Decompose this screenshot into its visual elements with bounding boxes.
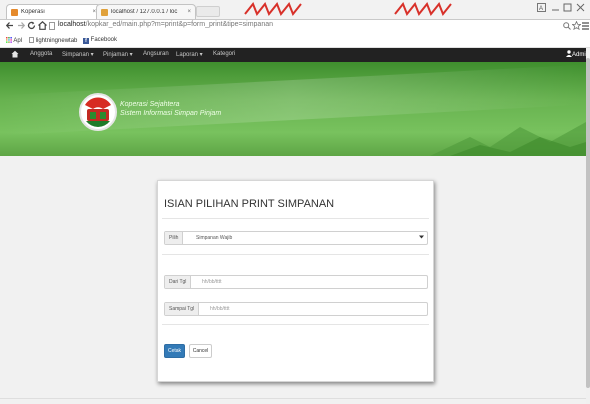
- nav-item-laporan[interactable]: Laporan ▾: [176, 51, 203, 58]
- banner-title: Koperasi Sejahtera: [120, 101, 180, 108]
- home-icon[interactable]: [38, 20, 47, 32]
- logo-glyph-icon: [394, 2, 452, 16]
- bookmark-label: Facebook: [90, 37, 118, 43]
- bookmark-label: Apl: [13, 38, 23, 44]
- url-host: localhost: [58, 21, 86, 28]
- pilih-select[interactable]: Pilih Simpanan Wajib: [164, 231, 428, 245]
- zoom-icon[interactable]: [563, 22, 571, 32]
- page-icon: [49, 22, 55, 32]
- maximize-icon[interactable]: [563, 3, 572, 14]
- sampai-tgl-input[interactable]: hh/bb/tttt: [210, 303, 229, 315]
- pilih-value: Simpanan Wajib: [196, 235, 233, 241]
- sampai-tgl-label: Sampai Tgl: [165, 303, 200, 315]
- facebook-icon: f: [83, 38, 89, 44]
- sampai-tgl-field[interactable]: Sampai Tgl hh/bb/tttt: [164, 302, 428, 316]
- cancel-button[interactable]: Cancel: [189, 344, 212, 358]
- app-navbar: Anggota Simpanan ▾ Pinjaman ▾ Angsuran L…: [0, 48, 589, 62]
- apps-grid-icon: [6, 37, 12, 43]
- cetak-button[interactable]: Cetak: [164, 344, 185, 358]
- minimize-icon[interactable]: [551, 3, 560, 14]
- pilih-label: Pilih: [165, 232, 184, 244]
- back-arrow-icon[interactable]: [5, 21, 14, 32]
- new-tab-button[interactable]: [196, 6, 220, 17]
- logo-glyph-icon: [244, 2, 302, 16]
- dari-tgl-field[interactable]: Dari Tgl hh/bb/tttt: [164, 275, 428, 289]
- page-icon: [29, 37, 34, 43]
- nav-item-angsuran[interactable]: Angsuran: [143, 51, 169, 57]
- scrollbar-thumb[interactable]: [586, 58, 590, 388]
- reload-icon[interactable]: [27, 21, 36, 32]
- dari-tgl-label: Dari Tgl: [165, 276, 192, 288]
- address-bar: localhost/kopkar_ed/main.php?m=print&p=f…: [0, 20, 590, 34]
- bookmark-label: lightningnewtab: [35, 38, 78, 44]
- divider: [162, 254, 429, 255]
- chevron-down-icon: [419, 232, 424, 244]
- profile-icon[interactable]: A: [537, 3, 546, 14]
- koperasi-favicon-icon: [11, 8, 18, 16]
- close-tab-icon[interactable]: ×: [187, 9, 191, 15]
- tab-phpmyadmin[interactable]: localhost / 127.0.0.1 / loc ×: [96, 4, 196, 19]
- nav-item-pinjaman[interactable]: Pinjaman ▾: [103, 51, 133, 58]
- nav-item-simpanan[interactable]: Simpanan ▾: [62, 51, 94, 58]
- tab-koperasi[interactable]: Koperasi ×: [6, 4, 101, 19]
- forward-arrow-icon[interactable]: [17, 21, 26, 32]
- form-title: ISIAN PILIHAN PRINT SIMPANAN: [164, 198, 335, 210]
- header-banner: Koperasi Sejahtera Sistem Informasi Simp…: [0, 62, 586, 156]
- url-input[interactable]: localhost/kopkar_ed/main.php?m=print&p=f…: [58, 21, 558, 32]
- svg-text:A: A: [539, 6, 543, 12]
- bookmark-star-icon[interactable]: [571, 20, 582, 32]
- print-form-card: ISIAN PILIHAN PRINT SIMPANAN Pilih Simpa…: [157, 180, 434, 382]
- nav-item-anggota[interactable]: Anggota: [30, 51, 52, 57]
- banner-decoration-pattern: [430, 122, 586, 156]
- bookmark-apps[interactable]: Apl: [6, 37, 22, 44]
- page-scrollbar[interactable]: [586, 48, 590, 404]
- close-window-icon[interactable]: [576, 3, 585, 14]
- decorative-logo-image: [393, 2, 453, 19]
- bookmark-lightningnewtab[interactable]: lightningnewtab: [29, 37, 77, 44]
- footer-divider: [0, 398, 586, 399]
- nav-item-kategori[interactable]: Kategori: [213, 51, 235, 57]
- divider: [162, 324, 429, 325]
- banner-subtitle: Sistem Informasi Simpan Pinjam: [120, 110, 222, 117]
- bookmarks-bar: Apl lightningnewtab f Facebook: [0, 35, 590, 48]
- url-path: /kopkar_ed/main.php?m=print&p=form_print…: [85, 21, 273, 28]
- divider: [162, 218, 429, 219]
- koperasi-logo: [79, 93, 117, 131]
- tab-title: localhost / 127.0.0.1 / loc: [111, 9, 178, 15]
- home-icon[interactable]: [11, 50, 19, 60]
- decorative-logo-image: [243, 2, 303, 19]
- tab-title: Koperasi: [21, 9, 45, 15]
- dari-tgl-input[interactable]: hh/bb/tttt: [202, 276, 221, 288]
- phpmyadmin-favicon-icon: [101, 8, 108, 16]
- bookmark-facebook[interactable]: f Facebook: [83, 37, 117, 44]
- menu-icon[interactable]: [582, 22, 589, 32]
- browser-tab-strip: Koperasi × localhost / 127.0.0.1 / loc ×…: [0, 0, 590, 20]
